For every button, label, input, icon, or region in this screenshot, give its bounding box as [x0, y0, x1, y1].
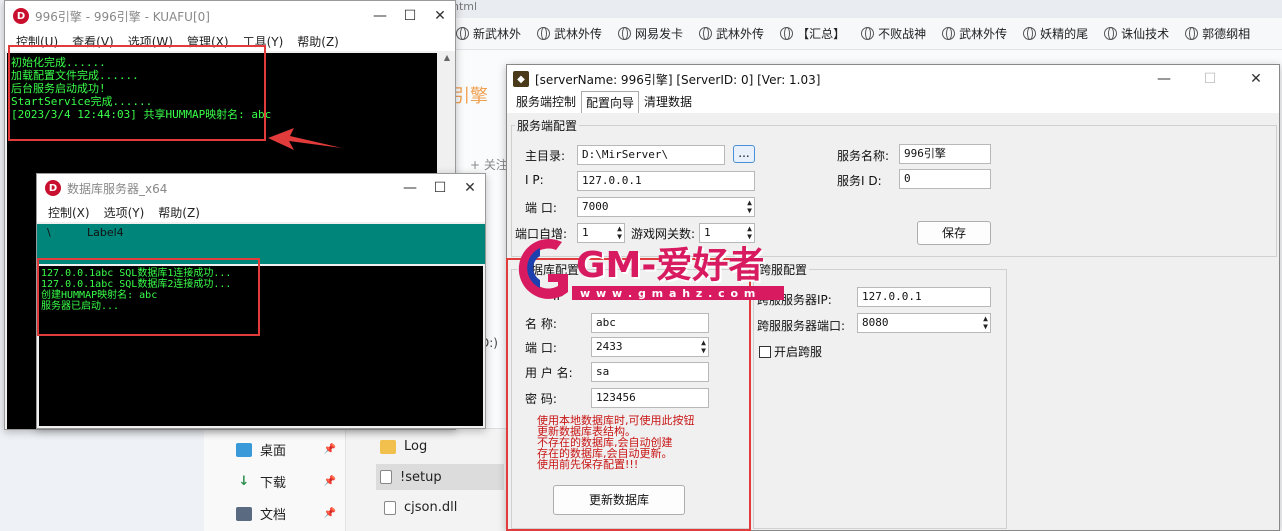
app-logo-icon: D [45, 180, 61, 196]
page-heading: 引擎 [452, 86, 488, 107]
minimize-icon[interactable]: — [395, 180, 425, 196]
config-tabs: 服务端控制 配置向导 清理数据 [507, 90, 1279, 113]
server-name-field[interactable]: 996引擎 [899, 144, 991, 164]
menu-help[interactable]: 帮助(Z) [151, 204, 207, 221]
app-logo-icon: D [13, 8, 29, 24]
bookmark-item[interactable]: 新武林外 [448, 25, 529, 42]
menu-options[interactable]: 选项(Y) [97, 204, 152, 221]
main-dir-label: 主目录: [525, 149, 566, 163]
bookmark-item[interactable]: 【汇总】 [772, 25, 853, 42]
desktop-icon [236, 442, 252, 457]
db-menubar: 控制(X) 选项(Y) 帮助(Z) [37, 202, 485, 222]
app-logo-icon: ◆ [513, 71, 529, 87]
highlight-box [8, 45, 266, 141]
file-icon [380, 470, 392, 484]
follow-link[interactable]: + 关注 [470, 156, 508, 173]
port-label: 端 口: [525, 201, 557, 215]
close-icon[interactable]: ✕ [425, 8, 455, 24]
watermark-g-shape [518, 238, 568, 299]
server-name-label: 服务名称: [837, 149, 890, 163]
bookmark-item[interactable]: 诛仙技术 [1096, 25, 1177, 42]
menu-help[interactable]: 帮助(Z) [290, 33, 346, 50]
watermark-logo: GM-爱好者 w w w . g m a h z . c o m [510, 222, 786, 318]
db-titlebar: D 数据库服务器_x64 — ☐ ✕ [37, 174, 485, 202]
bookmark-item[interactable]: 武林外传 [934, 25, 1015, 42]
pin-icon: 📌 [323, 476, 336, 487]
ip-label: I P: [525, 173, 544, 187]
maximize-icon[interactable]: ☐ [425, 180, 455, 196]
cross-ip-field[interactable]: 127.0.0.1 [857, 287, 991, 307]
nav-item-desktop[interactable]: 桌面 📌 [236, 440, 344, 459]
bookmark-item[interactable]: 妖精的尾 [1015, 25, 1096, 42]
globe-icon [618, 27, 632, 40]
browse-button[interactable]: ... [733, 145, 755, 163]
window-title: 数据库服务器_x64 [67, 181, 168, 196]
pin-icon: 📌 [323, 444, 336, 455]
explorer-nav-pane: 桌面 📌 ↓ 下载 📌 文档 📌 [204, 428, 346, 531]
bookmark-item[interactable]: 不败战神 [853, 25, 934, 42]
spin-arrows-icon[interactable]: ▲ ▼ [747, 199, 752, 215]
cross-enable-checkbox[interactable] [759, 345, 771, 358]
maximize-icon[interactable]: ☐ [395, 8, 425, 24]
window-title: [serverName: 996引擎] [ServerID: 0] [Ver: … [535, 72, 821, 87]
dll-file-icon [384, 500, 396, 515]
server-id-label: 服务I D: [837, 174, 882, 188]
bookmark-item[interactable]: 武林外传 [691, 25, 772, 42]
watermark-url: w w w . g m a h z . c o m [580, 287, 757, 300]
globe-icon [861, 27, 875, 40]
file-item-setup[interactable]: !setup [376, 464, 504, 490]
tab-clean-data[interactable]: 清理数据 [639, 90, 697, 113]
bookmark-item[interactable]: 网易发卡 [610, 25, 691, 42]
cross-server-group [753, 269, 1007, 529]
folder-icon [380, 439, 396, 454]
watermark-text: GM-爱好者 [576, 245, 765, 286]
cross-port-label: 跨服服务器端口: [757, 319, 846, 333]
arrow-annotation [268, 128, 342, 150]
menu-control[interactable]: 控制(X) [41, 204, 97, 221]
save-button[interactable]: 保存 [917, 221, 991, 245]
browser-tab-strip: html [448, 0, 1282, 18]
config-titlebar: ◆ [serverName: 996引擎] [ServerID: 0] [Ver… [507, 65, 1279, 93]
globe-icon [780, 27, 794, 40]
globe-icon [942, 27, 956, 40]
globe-icon [1104, 27, 1118, 40]
port-field[interactable]: 7000 ▲ ▼ [577, 197, 755, 217]
highlight-box [37, 258, 260, 336]
main-dir-field[interactable]: D:\MirServer\ [577, 145, 725, 165]
globe-icon [1185, 27, 1199, 40]
scroll-up-icon[interactable]: ▲ [439, 53, 455, 62]
maximize-icon[interactable]: ☐ [1187, 71, 1233, 87]
download-icon: ↓ [238, 473, 250, 489]
nav-item-downloads[interactable]: ↓ 下载 📌 [236, 472, 344, 491]
status-slash: \ [47, 226, 51, 239]
arrow-shape [268, 128, 342, 150]
globe-icon [1023, 27, 1037, 40]
ip-field[interactable]: 127.0.0.1 [577, 171, 755, 191]
globe-icon [699, 27, 713, 40]
cross-enable-option[interactable]: 开启跨服 [759, 343, 822, 360]
close-icon[interactable]: ✕ [455, 180, 485, 196]
tab-config-wizard[interactable]: 配置向导 [581, 91, 640, 113]
group-title: 服务端配置 [515, 117, 580, 134]
window-title: 996引擎 - 996引擎 - KUAFU[0] [35, 9, 210, 24]
tab-server-control[interactable]: 服务端控制 [511, 90, 581, 113]
bookmarks-bar: 新武林外 武林外传 网易发卡 武林外传 【汇总】 不败战神 武林外传 妖精的尾 … [448, 18, 1282, 50]
spin-arrows-icon[interactable]: ▲ ▼ [983, 315, 988, 331]
cross-port-field[interactable]: 8080 ▲ ▼ [857, 313, 991, 333]
status-label: Label4 [87, 226, 124, 239]
minimize-icon[interactable]: — [365, 8, 395, 24]
close-icon[interactable]: ✕ [1233, 71, 1279, 87]
globe-icon [456, 27, 469, 40]
file-item-cjson[interactable]: cjson.dll [384, 500, 457, 515]
document-icon [236, 506, 252, 521]
minimize-icon[interactable]: — [1141, 71, 1187, 87]
globe-icon [537, 27, 551, 40]
nav-item-documents[interactable]: 文档 📌 [236, 504, 344, 523]
bookmark-item[interactable]: 郭德纲相 [1177, 25, 1258, 42]
server-id-field[interactable]: 0 [899, 169, 991, 189]
engine-titlebar: D 996引擎 - 996引擎 - KUAFU[0] — ☐ ✕ [5, 1, 455, 31]
pin-icon: 📌 [323, 508, 336, 519]
file-item-log[interactable]: Log [380, 439, 427, 454]
bookmark-item[interactable]: 武林外传 [529, 25, 610, 42]
